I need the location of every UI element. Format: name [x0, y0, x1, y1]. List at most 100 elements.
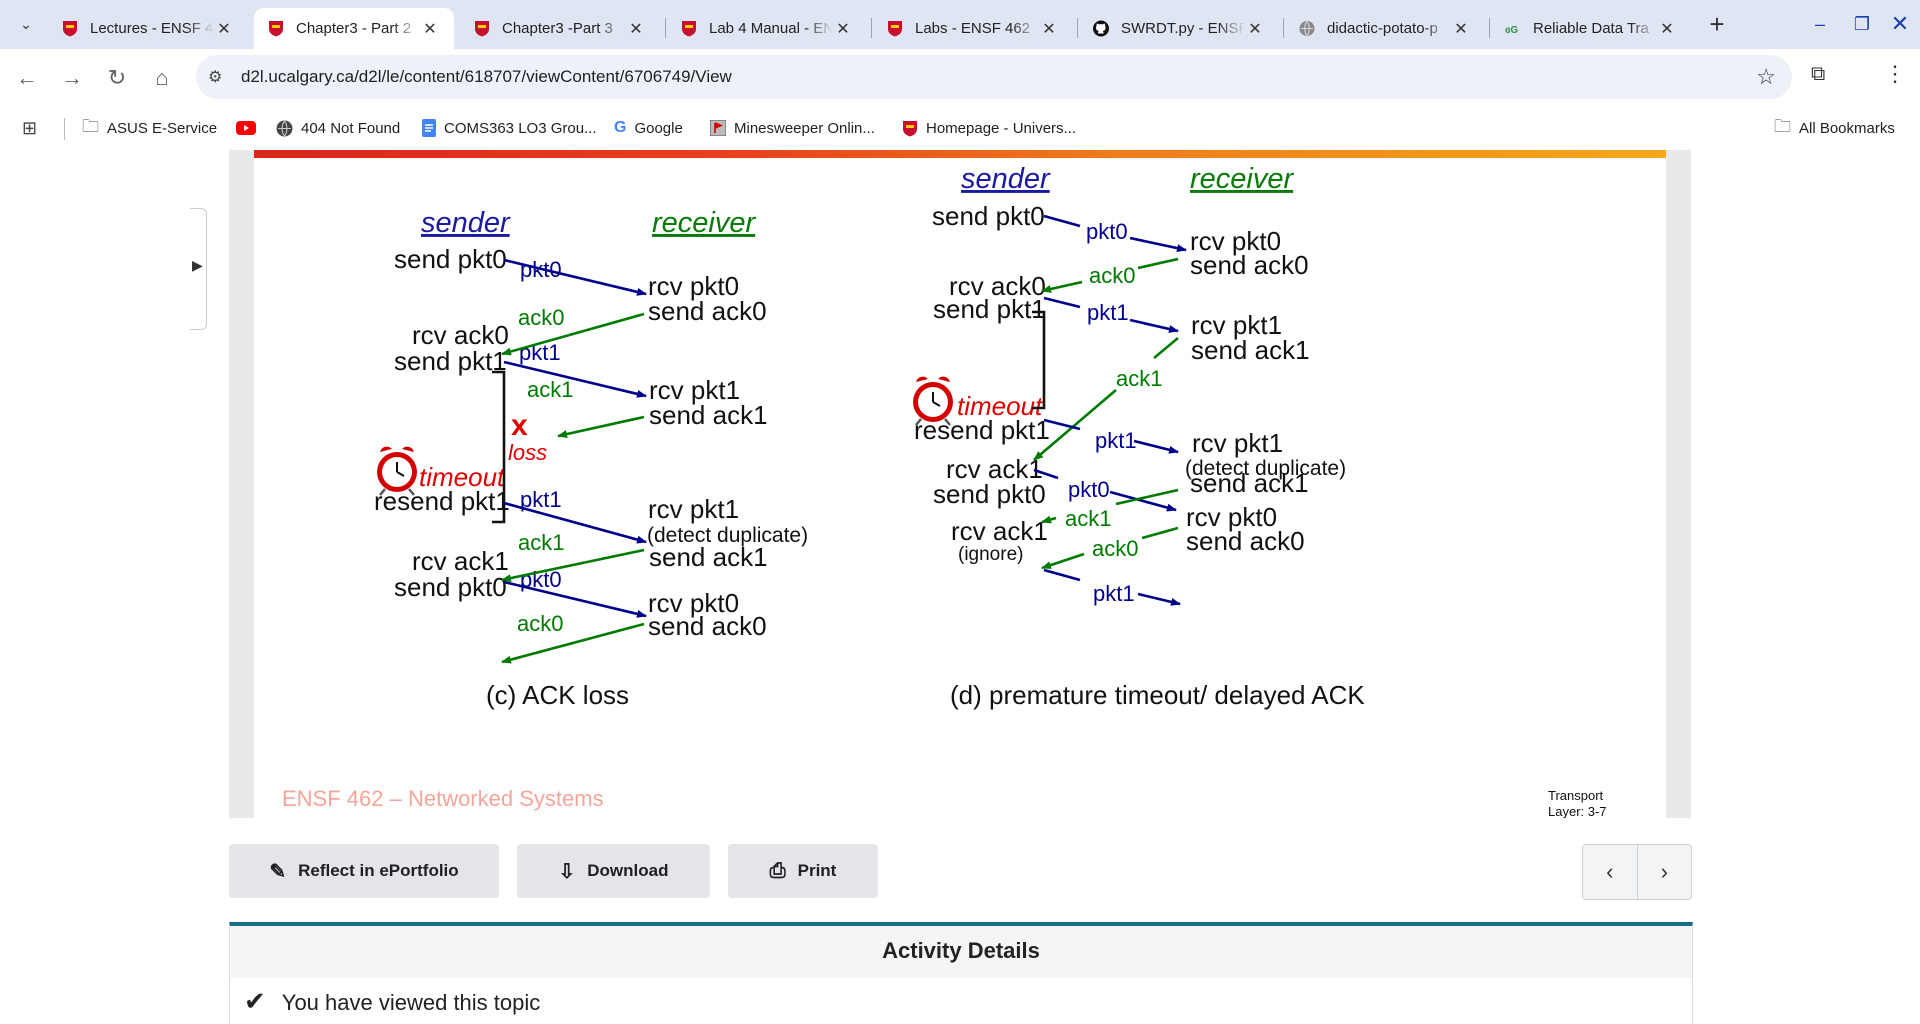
- restore-icon[interactable]: ❐: [1842, 8, 1882, 40]
- right-send-ack0-a: send ack0: [1190, 250, 1309, 280]
- right-ignore-label: (ignore): [958, 544, 1023, 565]
- bookmarks-separator: [64, 118, 65, 140]
- right-send-pkt1: send pkt1: [933, 294, 1046, 324]
- close-window-icon[interactable]: ✕: [1880, 8, 1920, 40]
- tab-lectures[interactable]: Lectures - ENSF 462 ✕: [48, 8, 248, 49]
- left-send-ack0-b: send ack0: [648, 611, 767, 641]
- left-msg-ack1-b: ack1: [518, 530, 564, 555]
- docs-icon: [422, 119, 436, 137]
- bookmark-label: ASUS E-Service: [107, 119, 218, 137]
- tab-separator: [871, 18, 872, 38]
- tab-chapter3-part3[interactable]: Chapter3 -Part 3 ✕: [460, 8, 660, 49]
- right-arrow-pkt0-a-end: [1129, 236, 1187, 253]
- viewed-status: ✔ You have viewed this topic: [244, 986, 540, 1017]
- bookmark-asus[interactable]: 🗀 ASUS E-Service: [82, 117, 217, 139]
- bookmark-youtube[interactable]: [236, 117, 256, 139]
- sidebar-toggle-button[interactable]: ▶: [190, 208, 207, 330]
- download-button[interactable]: ⇩ Download: [517, 844, 710, 898]
- left-loss-label: loss: [508, 440, 547, 465]
- slide: sender receiver send pkt0 pkt0 rcv pkt0 …: [254, 150, 1666, 818]
- close-icon[interactable]: ✕: [1657, 19, 1677, 39]
- back-icon[interactable]: ←: [10, 61, 44, 95]
- tab-swrdt-github[interactable]: SWRDT.py - ENSF ✕: [1079, 8, 1279, 49]
- tab-chapter3-part2[interactable]: Chapter3 - Part 2 ✕: [254, 8, 454, 49]
- tab-didactic-potato[interactable]: didactic-potato-p ✕: [1285, 8, 1485, 49]
- tab-strip: ⌄ Lectures - ENSF 462 ✕ Chapter3 - Part …: [0, 0, 1920, 49]
- close-icon[interactable]: ✕: [214, 19, 234, 39]
- tab-title: Lab 4 Manual - ENSF: [709, 20, 833, 37]
- cloud-download-icon: ⇩: [558, 860, 576, 883]
- tab-title: Reliable Data Tra: [1533, 20, 1649, 37]
- ucalgary-shield-icon: [888, 21, 902, 37]
- tab-reliable-data-transfer[interactable]: ɞG Reliable Data Tra ✕: [1491, 8, 1691, 49]
- print-button[interactable]: ⎙ Print: [728, 844, 878, 898]
- close-icon[interactable]: ✕: [833, 19, 853, 39]
- caret-right-icon: ▶: [192, 257, 203, 273]
- left-receiver-heading: receiver: [652, 207, 756, 239]
- bookmark-google[interactable]: G Google: [614, 117, 683, 139]
- right-msg-ack0-a: ack0: [1089, 263, 1135, 288]
- tab-labs[interactable]: Labs - ENSF 462 ✕: [873, 8, 1073, 49]
- kebab-menu-icon[interactable]: ⋮: [1884, 61, 1906, 87]
- globe-icon: [1299, 21, 1315, 36]
- right-msg-ack1-a: ack1: [1116, 366, 1162, 391]
- right-send-ack0-b: send ack0: [1186, 526, 1305, 556]
- close-icon[interactable]: ✕: [626, 19, 646, 39]
- next-topic-button[interactable]: ›: [1638, 845, 1692, 899]
- left-caption: (c) ACK loss: [486, 680, 629, 710]
- right-send-pkt0-b: send pkt0: [933, 479, 1046, 509]
- topic-pager: ‹ ›: [1582, 844, 1692, 900]
- home-icon[interactable]: ⌂: [145, 61, 179, 95]
- forward-icon[interactable]: →: [55, 61, 89, 95]
- right-arrow-pkt1-c-start: [1043, 568, 1081, 582]
- slide-viewer: sender receiver send pkt0 pkt0 rcv pkt0 …: [229, 150, 1691, 818]
- left-send-ack0-a: send ack0: [648, 296, 767, 326]
- close-icon[interactable]: ✕: [1451, 19, 1471, 39]
- tab-separator: [665, 18, 666, 38]
- minesweeper-icon: [710, 120, 726, 136]
- right-arrow-ack0-a-start: [1137, 257, 1179, 270]
- bookmark-coms363[interactable]: COMS363 LO3 Grou...: [422, 117, 597, 139]
- left-send-pkt1: send pkt1: [394, 346, 507, 376]
- bookmark-label: Google: [634, 119, 683, 137]
- site-info-icon[interactable]: ⚙: [208, 67, 222, 87]
- close-icon[interactable]: ✕: [1245, 19, 1265, 39]
- ucalgary-shield-icon: [903, 120, 917, 136]
- new-tab-button[interactable]: +: [1702, 10, 1732, 40]
- folder-icon: 🗀: [82, 116, 99, 136]
- right-arrow-pkt0-b-end: [1109, 490, 1177, 512]
- close-icon[interactable]: ✕: [1039, 19, 1059, 39]
- bookmark-minesweeper[interactable]: Minesweeper Onlin...: [710, 117, 875, 139]
- right-msg-pkt0-a: pkt0: [1086, 219, 1128, 244]
- all-bookmarks[interactable]: 🗀 All Bookmarks: [1774, 117, 1895, 139]
- previous-topic-button[interactable]: ‹: [1583, 845, 1638, 899]
- ucalgary-shield-icon: [63, 21, 77, 37]
- bookmark-ucalgary-homepage[interactable]: Homepage - Univers...: [902, 117, 1076, 139]
- address-bar[interactable]: ⚙ d2l.ucalgary.ca/d2l/le/content/618707/…: [196, 55, 1792, 99]
- right-arrow-pkt1-a-end: [1129, 318, 1179, 333]
- extensions-icon[interactable]: ⧉: [1811, 63, 1825, 86]
- slide-footer-course: ENSF 462 – Networked Systems: [282, 786, 604, 811]
- print-label: Print: [797, 861, 837, 880]
- bookmark-404[interactable]: 404 Not Found: [276, 117, 400, 139]
- right-arrow-ack0-b-start: [1141, 526, 1179, 540]
- right-msg-pkt1-a: pkt1: [1087, 300, 1129, 325]
- tab-lab4-manual[interactable]: Lab 4 Manual - ENSF ✕: [667, 8, 867, 49]
- bookmark-star-icon[interactable]: ☆: [1756, 64, 1776, 90]
- ucalgary-shield-icon: [682, 21, 696, 37]
- left-msg-ack0-b: ack0: [517, 611, 563, 636]
- right-rcv-ack1-b: rcv ack1: [951, 516, 1048, 546]
- right-caption: (d) premature timeout/ delayed ACK: [950, 680, 1365, 710]
- tab-title: SWRDT.py - ENSF: [1121, 20, 1245, 37]
- minimize-icon[interactable]: –: [1800, 8, 1840, 40]
- apps-icon[interactable]: ⊞: [22, 117, 37, 139]
- ucalgary-shield-icon: [269, 21, 283, 37]
- url-text[interactable]: d2l.ucalgary.ca/d2l/le/content/618707/vi…: [241, 67, 732, 87]
- tab-search-button[interactable]: ⌄: [12, 10, 40, 38]
- right-msg-pkt1-b: pkt1: [1095, 428, 1137, 453]
- reload-icon[interactable]: ↻: [100, 61, 134, 95]
- slide-footer-number: Transport Layer: 3-7: [1548, 788, 1607, 818]
- close-icon[interactable]: ✕: [420, 19, 440, 39]
- reflect-eportfolio-button[interactable]: ✎ Reflect in ePortfolio: [229, 844, 499, 898]
- eportfolio-icon: ✎: [269, 860, 287, 883]
